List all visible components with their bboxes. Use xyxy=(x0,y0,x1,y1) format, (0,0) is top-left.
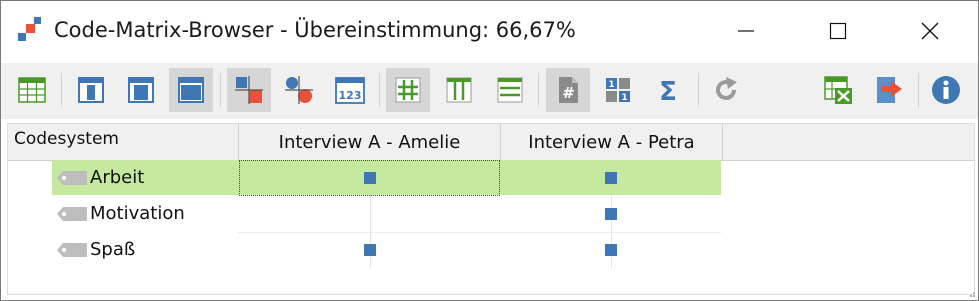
horizontal-lines-icon xyxy=(497,77,523,103)
column-header-interview-amelie[interactable]: Interview A - Amelie xyxy=(238,124,500,160)
matrix-cell[interactable] xyxy=(239,196,500,232)
matrix-cell[interactable] xyxy=(500,160,721,196)
grid-lines-icon xyxy=(395,77,421,103)
matrix-row-motivation[interactable]: Motivation xyxy=(8,196,974,232)
excel-export-button[interactable] xyxy=(816,68,860,112)
code-label-arbeit[interactable]: Arbeit xyxy=(90,167,144,188)
matrix-cell-selected[interactable] xyxy=(239,160,500,196)
symbol-circles-icon xyxy=(285,76,313,104)
info-button[interactable] xyxy=(924,68,968,112)
title-bar: Code-Matrix-Browser - Übereinstimmung: 6… xyxy=(1,1,978,61)
code-tag-icon xyxy=(57,243,87,257)
matrix-cell[interactable] xyxy=(500,196,721,232)
layout-narrow-columns-icon xyxy=(78,77,104,103)
symbol-squares-icon xyxy=(235,76,263,104)
document-hash-icon: # xyxy=(559,77,578,103)
maximize-icon xyxy=(829,22,847,40)
window-title: Code-Matrix-Browser - Übereinstimmung: 6… xyxy=(54,18,576,42)
code-matrix-browser-window: Code-Matrix-Browser - Übereinstimmung: 6… xyxy=(0,0,979,301)
minimize-icon xyxy=(738,30,754,32)
sigma-icon: Σ xyxy=(659,77,677,105)
binary-matrix-icon: 1 1 xyxy=(606,78,630,103)
export-icon xyxy=(877,77,902,103)
svg-text:Σ: Σ xyxy=(659,77,677,105)
matrix-cell[interactable] xyxy=(500,232,721,268)
toolbar-separator xyxy=(220,73,221,107)
code-matrix-grid: Codesystem Interview A - Amelie Intervie… xyxy=(7,123,975,295)
code-presence-marker xyxy=(605,172,617,184)
toolbar-separator xyxy=(698,73,699,107)
toolbar-separator xyxy=(538,73,539,107)
symbol-squares-button[interactable] xyxy=(227,68,271,112)
symbol-circles-button[interactable] xyxy=(277,68,321,112)
wide-columns-button[interactable] xyxy=(169,68,213,112)
svg-text:1: 1 xyxy=(608,80,614,90)
toolbar-separator xyxy=(918,73,919,107)
matrix-row-spass[interactable]: Spaß xyxy=(8,232,974,268)
matrix-header: Codesystem Interview A - Amelie Intervie… xyxy=(8,124,974,161)
code-presence-marker xyxy=(364,244,376,256)
code-label-spass[interactable]: Spaß xyxy=(90,239,135,260)
medium-columns-button[interactable] xyxy=(119,68,163,112)
binary-matrix-button[interactable]: 1 1 xyxy=(596,68,640,112)
code-tag-icon xyxy=(57,171,87,185)
layout-wide-columns-icon xyxy=(178,77,204,103)
code-presence-marker xyxy=(605,208,617,220)
close-button[interactable] xyxy=(907,11,953,51)
grid-lines-button[interactable] xyxy=(386,68,430,112)
show-numbers-icon: 123 xyxy=(335,77,365,104)
svg-text:#: # xyxy=(562,84,575,102)
toolbar-separator xyxy=(61,73,62,107)
codesystem-header[interactable]: Codesystem xyxy=(14,129,119,149)
code-matrix-app-icon xyxy=(18,17,41,41)
refresh-icon xyxy=(716,77,737,100)
close-icon xyxy=(921,22,939,40)
sigma-button[interactable]: Σ xyxy=(646,68,690,112)
code-label-motivation[interactable]: Motivation xyxy=(90,203,185,224)
info-icon xyxy=(932,76,960,104)
layout-medium-columns-icon xyxy=(128,77,154,103)
code-presence-marker xyxy=(605,244,617,256)
column-header-interview-petra[interactable]: Interview A - Petra xyxy=(500,124,723,160)
code-tag-icon xyxy=(57,207,87,221)
svg-text:1: 1 xyxy=(621,93,627,103)
vertical-lines-button[interactable] xyxy=(437,68,481,112)
matrix-row-arbeit[interactable]: Arbeit xyxy=(8,160,974,196)
minimize-button[interactable] xyxy=(723,11,769,51)
excel-export-icon xyxy=(824,76,852,104)
matrix-cell[interactable] xyxy=(239,232,500,268)
refresh-button[interactable] xyxy=(704,68,748,112)
narrow-columns-button[interactable] xyxy=(69,68,113,112)
export-button[interactable] xyxy=(867,68,911,112)
toolbar: 123 # 1 1 Σ xyxy=(1,63,978,119)
show-numbers-button[interactable]: 123 xyxy=(328,68,372,112)
table-view-button[interactable] xyxy=(10,68,54,112)
horizontal-lines-button[interactable] xyxy=(488,68,532,112)
svg-text:123: 123 xyxy=(339,89,362,102)
toolbar-separator xyxy=(379,73,380,107)
vertical-lines-icon xyxy=(446,77,472,103)
document-hash-button[interactable]: # xyxy=(546,68,590,112)
resize-grip-icon[interactable] xyxy=(966,288,976,298)
table-grid-icon xyxy=(18,77,46,103)
code-presence-marker xyxy=(364,172,376,184)
maximize-button[interactable] xyxy=(815,11,861,51)
